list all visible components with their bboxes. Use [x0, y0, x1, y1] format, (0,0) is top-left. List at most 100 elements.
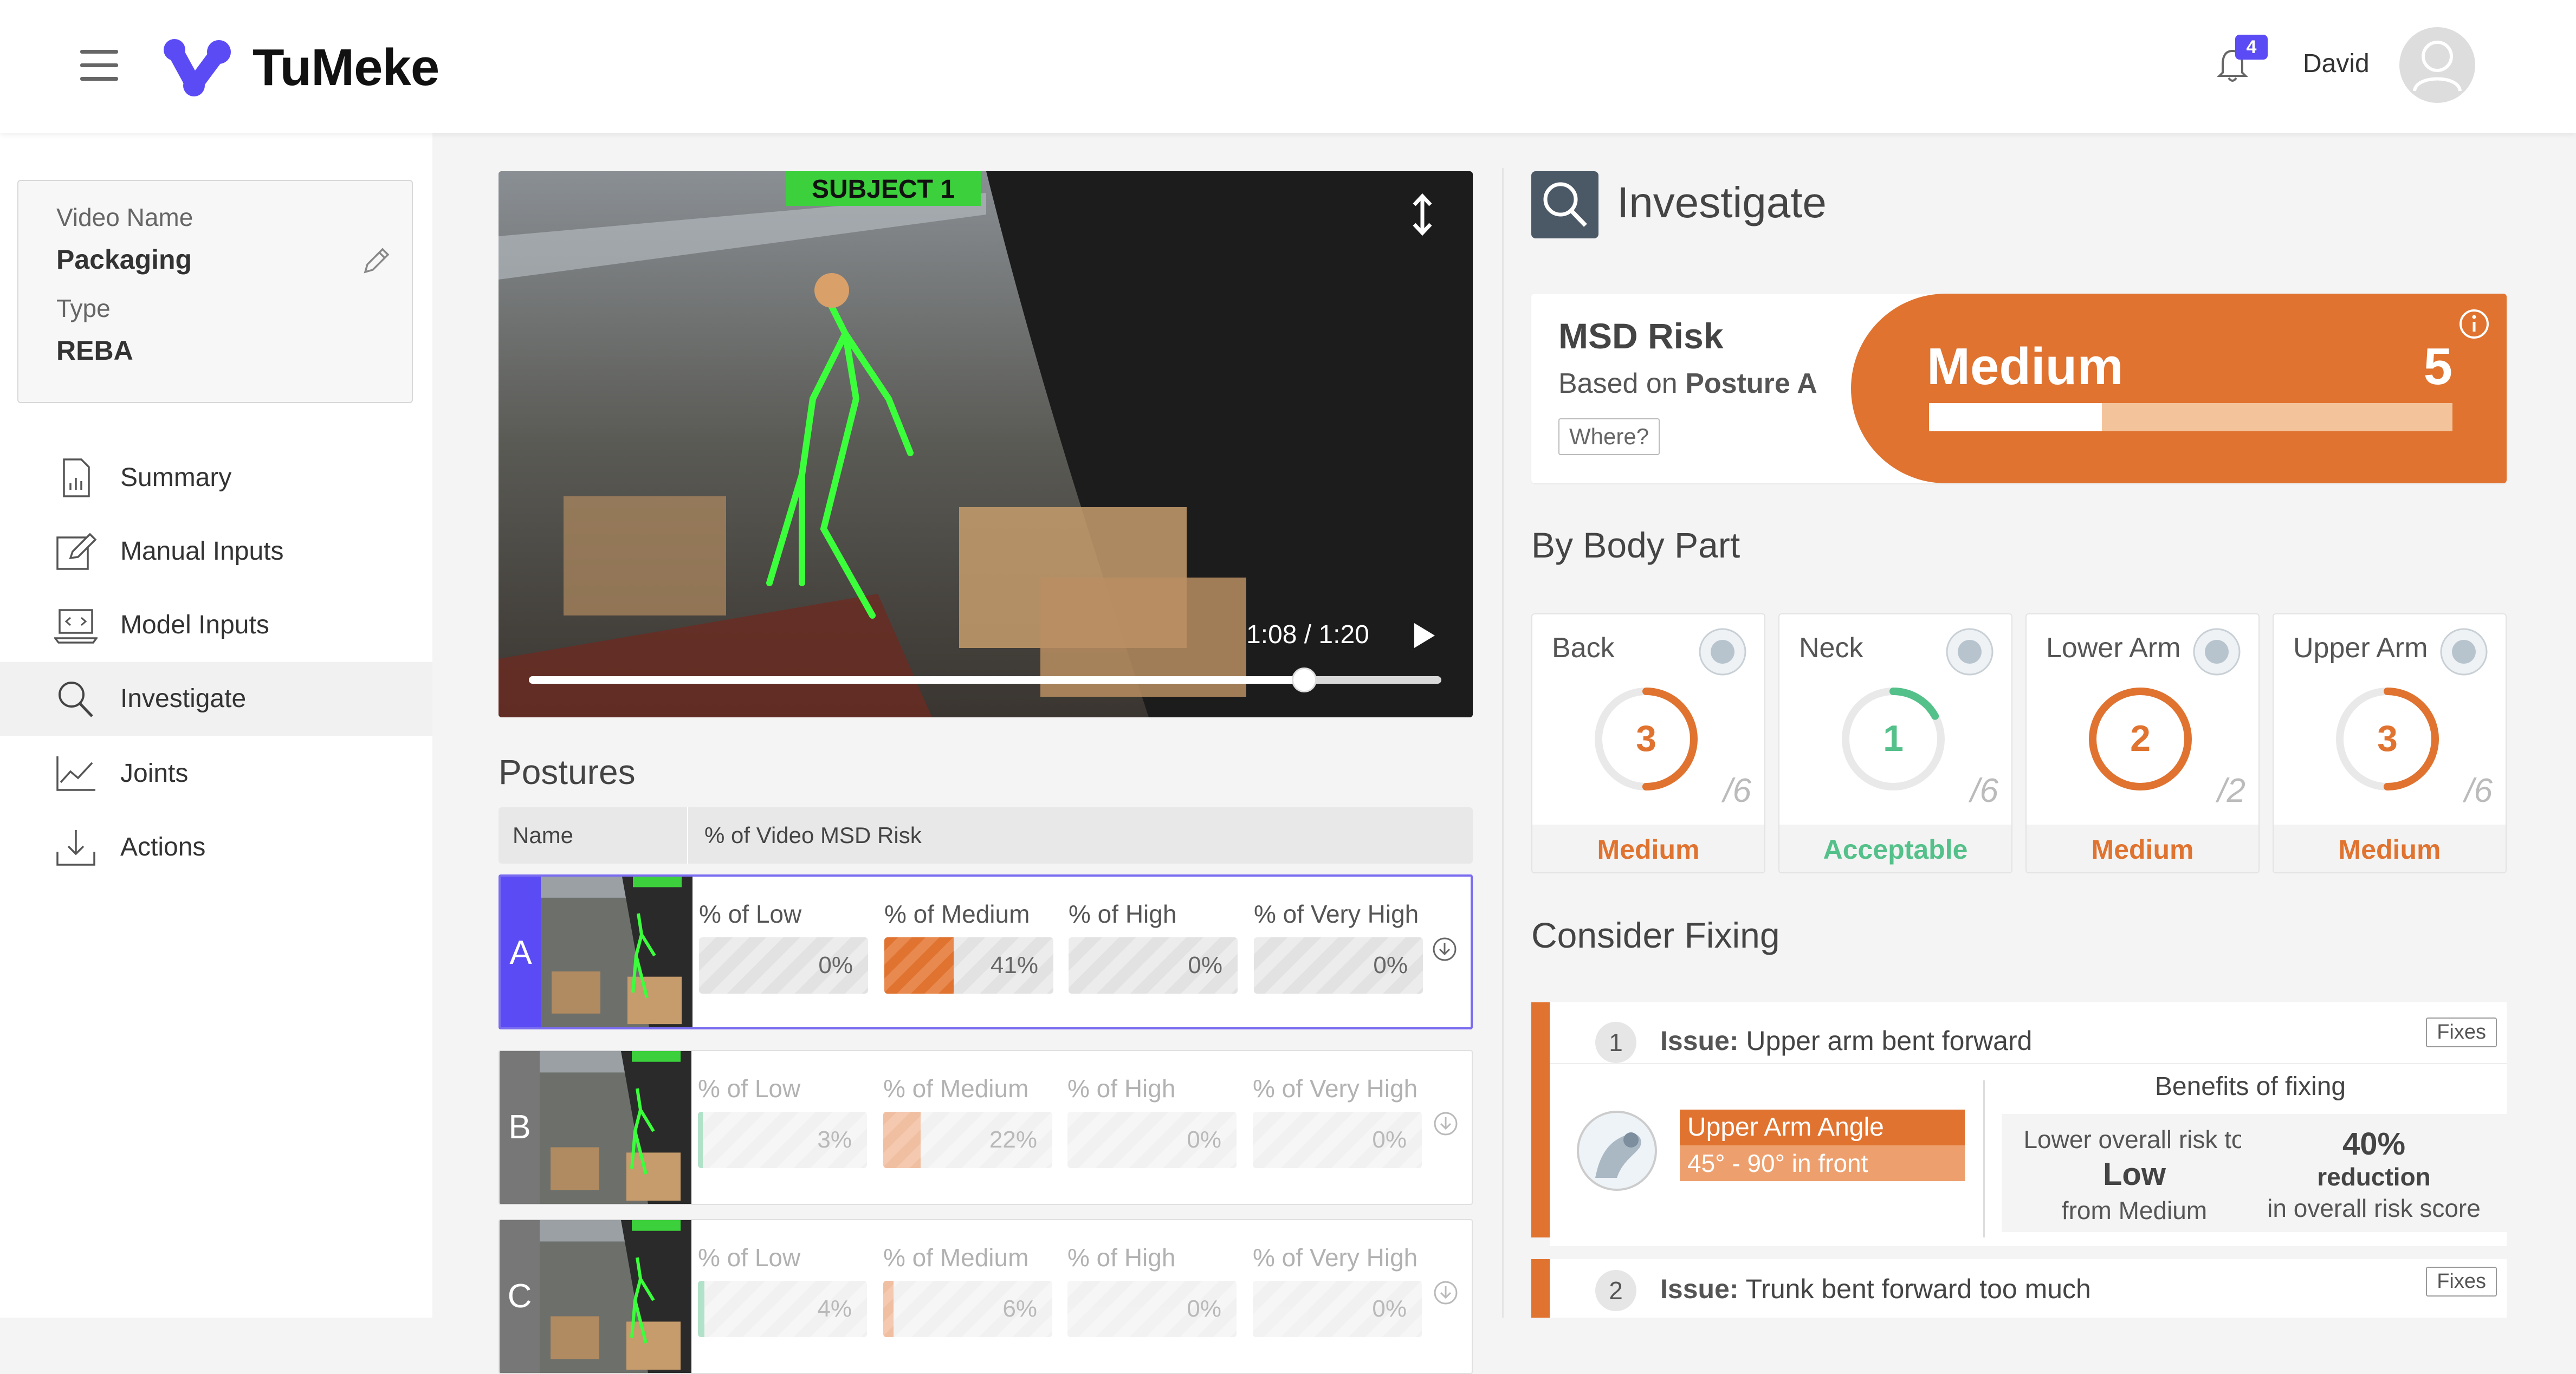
menu-icon[interactable]	[80, 50, 118, 81]
body-part-card-upper-arm[interactable]: Upper Arm 3 /6 Medium	[2273, 613, 2507, 873]
play-icon[interactable]	[1410, 621, 1437, 650]
download-icon[interactable]	[1433, 1111, 1459, 1137]
column-name-header: Name	[513, 822, 574, 848]
body-part-card-neck[interactable]: Neck 1 /6 Acceptable	[1778, 613, 2012, 873]
upper-arm-icon	[2440, 628, 2488, 676]
body-part-level: Acceptable	[1779, 825, 2011, 872]
video-time: 1:08 / 1:20	[1246, 620, 1369, 649]
risk-label: % of Medium	[883, 1074, 1029, 1103]
where-button[interactable]: Where?	[1558, 418, 1660, 455]
risk-bar-fill	[883, 1112, 921, 1168]
download-icon[interactable]	[1432, 936, 1458, 962]
body-part-card-back[interactable]: Back 3 /6 Medium	[1531, 613, 1765, 873]
risk-value: 4%	[817, 1295, 852, 1322]
video-type-value: REBA	[56, 335, 133, 366]
body-part-name: Lower Arm	[2046, 632, 2181, 664]
risk-bar: 0%	[1067, 1281, 1237, 1337]
video-player[interactable]: SUBJECT 1 1:08 / 1:20	[499, 171, 1473, 717]
body-part-level: Medium	[2027, 825, 2258, 872]
edit-note-icon	[56, 533, 97, 570]
upper-arm-joint-icon	[1577, 1111, 1657, 1191]
msd-risk-card: MSD Risk Based on Posture A Where? Mediu…	[1531, 294, 2507, 483]
sidebar-item-label: Model Inputs	[120, 611, 269, 639]
risk-value: 0%	[1373, 952, 1408, 978]
risk-column: % of Low 0%	[699, 899, 868, 994]
risk-label: % of Low	[698, 1243, 801, 1272]
posture-letter: C	[500, 1220, 540, 1373]
lower-arm-icon	[2193, 628, 2241, 676]
angle-name: Upper Arm Angle	[1680, 1110, 1965, 1145]
expand-vertical-icon[interactable]	[1409, 193, 1436, 236]
benefit-value: 40%	[2342, 1126, 2406, 1162]
posture-thumbnail	[541, 877, 692, 1027]
download-icon[interactable]	[1433, 1280, 1459, 1306]
msd-risk-bar	[1929, 403, 2452, 431]
risk-bar: 0%	[699, 937, 868, 994]
sidebar-item-actions[interactable]: Actions	[0, 811, 432, 884]
risk-label: % of High	[1067, 1074, 1176, 1103]
fix-card[interactable]: 2 Issue: Trunk bent forward too much Fix…	[1531, 1259, 2507, 1318]
risk-bar: 41%	[884, 937, 1053, 994]
risk-label: % of Very High	[1254, 900, 1419, 928]
column-risk-header: % of Video MSD Risk	[704, 822, 922, 848]
msd-based-posture: Posture A	[1685, 368, 1817, 399]
search-icon	[59, 682, 93, 717]
risk-bar: 0%	[1253, 1112, 1422, 1168]
risk-bar-fill	[698, 1112, 703, 1168]
body-part-score: 1	[1883, 718, 1904, 759]
sidebar-item-manual-inputs[interactable]: Manual Inputs	[0, 515, 432, 588]
risk-column: % of High 0%	[1067, 1243, 1237, 1337]
body-part-gauge: 3	[2336, 688, 2439, 790]
fix-issue: Issue: Trunk bent forward too much	[1660, 1273, 2091, 1305]
body-part-score: 3	[2377, 718, 2398, 759]
video-seek-bar[interactable]	[529, 667, 1441, 692]
posture-row-c[interactable]: C % of Low 4% % of Medium 6% % of High 0…	[499, 1219, 1473, 1374]
msd-based-prefix: Based on	[1558, 368, 1678, 399]
fixes-tag[interactable]: Fixes	[2426, 1267, 2497, 1297]
top-header: TuMeke 4 David	[0, 0, 2576, 133]
fix-number: 1	[1595, 1022, 1636, 1063]
benefit-reduction: 40% reduction in overall risk score	[2241, 1114, 2507, 1232]
video-info-card: Video Name Packaging Type REBA	[17, 180, 413, 403]
risk-bar-fill	[884, 937, 954, 994]
msd-risk-info: MSD Risk Based on Posture A Where?	[1531, 294, 1889, 483]
fix-issue-label: Issue:	[1660, 1274, 1739, 1304]
risk-bar: 0%	[1253, 1281, 1422, 1337]
fix-card[interactable]: 1 Issue: Upper arm bent forward Fixes Up…	[1531, 1002, 2507, 1246]
risk-bar: 0%	[1254, 937, 1423, 994]
sidebar-item-investigate[interactable]: Investigate	[0, 662, 432, 736]
msd-based-on: Based on Posture A	[1558, 367, 1817, 400]
fix-issue-text: Trunk bent forward too much	[1745, 1274, 2091, 1304]
risk-column: % of Medium 41%	[884, 899, 1053, 994]
risk-column: % of Low 4%	[698, 1243, 867, 1337]
msd-risk-bar-fill	[1929, 403, 2102, 431]
body-part-gauge: 3	[1595, 688, 1698, 790]
angle-badge: Upper Arm Angle 45° - 90° in front	[1680, 1110, 1965, 1181]
posture-row-b[interactable]: B % of Low 3% % of Medium 22% % of High …	[499, 1050, 1473, 1205]
risk-label: % of Low	[699, 900, 802, 928]
body-part-name: Neck	[1799, 632, 1863, 664]
sidebar-item-summary[interactable]: Summary	[0, 441, 432, 515]
posture-row-a[interactable]: A % of Low 0% % of Medium 41% % of High …	[499, 874, 1473, 1029]
sidebar-item-joints[interactable]: Joints	[0, 737, 432, 811]
pencil-icon[interactable]	[360, 245, 392, 277]
sidebar-item-label: Investigate	[120, 684, 247, 713]
body-part-score: 3	[1636, 718, 1656, 759]
line-chart-icon	[56, 756, 95, 791]
posture-letter: A	[501, 877, 541, 1027]
body-part-name: Upper Arm	[2293, 632, 2428, 664]
sidebar-item-label: Joints	[120, 759, 189, 788]
avatar[interactable]	[2399, 27, 2475, 103]
page-title: Investigate	[1617, 178, 1827, 226]
sidebar-item-model-inputs[interactable]: Model Inputs	[0, 588, 432, 662]
sidebar: Video Name Packaging Type REBA Summary M…	[0, 133, 432, 1318]
risk-value: 0%	[1372, 1295, 1407, 1322]
info-icon[interactable]	[2458, 308, 2490, 340]
risk-column: % of Medium 6%	[883, 1243, 1052, 1337]
fixes-tag[interactable]: Fixes	[2426, 1017, 2497, 1047]
body-part-card-lower-arm[interactable]: Lower Arm 2 /2 Medium	[2025, 613, 2260, 873]
column-divider	[687, 807, 688, 864]
user-name[interactable]: David	[2303, 49, 2370, 79]
postures-table-header: Name % of Video MSD Risk	[499, 807, 1473, 864]
risk-bar: 6%	[883, 1281, 1052, 1337]
